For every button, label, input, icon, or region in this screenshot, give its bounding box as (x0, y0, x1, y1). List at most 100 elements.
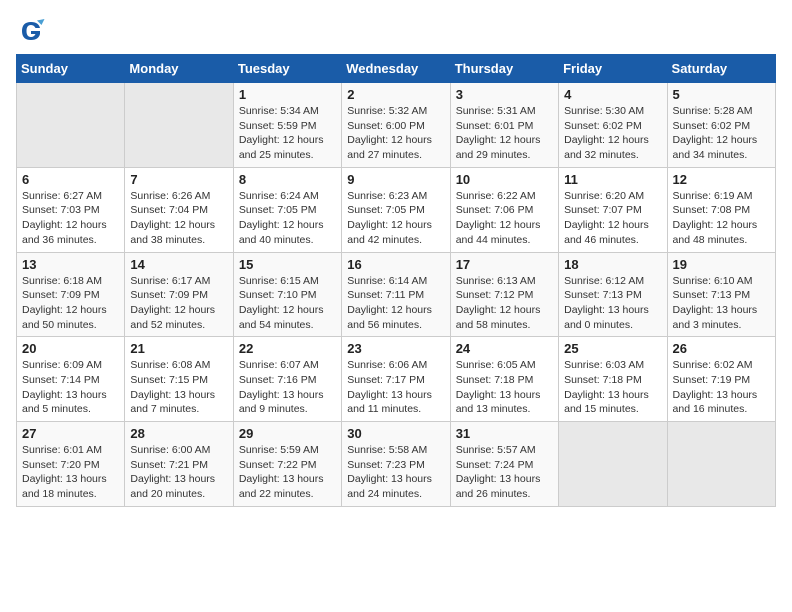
day-number: 6 (22, 172, 119, 187)
day-info: Sunrise: 6:22 AM Sunset: 7:06 PM Dayligh… (456, 189, 553, 248)
day-number: 8 (239, 172, 336, 187)
calendar-cell (559, 422, 667, 507)
calendar-cell: 16 Sunrise: 6:14 AM Sunset: 7:11 PM Dayli… (342, 252, 450, 337)
day-number: 10 (456, 172, 553, 187)
calendar-cell: 12 Sunrise: 6:19 AM Sunset: 7:08 PM Dayli… (667, 167, 775, 252)
calendar-cell (17, 83, 125, 168)
day-info: Sunrise: 6:15 AM Sunset: 7:10 PM Dayligh… (239, 274, 336, 333)
calendar-cell: 4 Sunrise: 5:30 AM Sunset: 6:02 PM Daylig… (559, 83, 667, 168)
day-info: Sunrise: 5:59 AM Sunset: 7:22 PM Dayligh… (239, 443, 336, 502)
day-number: 24 (456, 341, 553, 356)
column-header-thursday: Thursday (450, 55, 558, 83)
day-number: 12 (673, 172, 770, 187)
day-number: 25 (564, 341, 661, 356)
calendar-week-5: 27 Sunrise: 6:01 AM Sunset: 7:20 PM Dayli… (17, 422, 776, 507)
day-info: Sunrise: 5:30 AM Sunset: 6:02 PM Dayligh… (564, 104, 661, 163)
column-header-saturday: Saturday (667, 55, 775, 83)
day-info: Sunrise: 6:05 AM Sunset: 7:18 PM Dayligh… (456, 358, 553, 417)
day-number: 16 (347, 257, 444, 272)
day-info: Sunrise: 6:27 AM Sunset: 7:03 PM Dayligh… (22, 189, 119, 248)
calendar-week-1: 1 Sunrise: 5:34 AM Sunset: 5:59 PM Daylig… (17, 83, 776, 168)
calendar-week-2: 6 Sunrise: 6:27 AM Sunset: 7:03 PM Daylig… (17, 167, 776, 252)
day-number: 19 (673, 257, 770, 272)
calendar-cell: 23 Sunrise: 6:06 AM Sunset: 7:17 PM Dayli… (342, 337, 450, 422)
logo-icon (16, 16, 46, 46)
day-info: Sunrise: 6:13 AM Sunset: 7:12 PM Dayligh… (456, 274, 553, 333)
day-info: Sunrise: 6:09 AM Sunset: 7:14 PM Dayligh… (22, 358, 119, 417)
calendar-cell: 11 Sunrise: 6:20 AM Sunset: 7:07 PM Dayli… (559, 167, 667, 252)
day-info: Sunrise: 5:32 AM Sunset: 6:00 PM Dayligh… (347, 104, 444, 163)
calendar-cell: 29 Sunrise: 5:59 AM Sunset: 7:22 PM Dayli… (233, 422, 341, 507)
column-header-tuesday: Tuesday (233, 55, 341, 83)
day-number: 14 (130, 257, 227, 272)
day-info: Sunrise: 6:12 AM Sunset: 7:13 PM Dayligh… (564, 274, 661, 333)
calendar-cell: 2 Sunrise: 5:32 AM Sunset: 6:00 PM Daylig… (342, 83, 450, 168)
day-number: 1 (239, 87, 336, 102)
day-info: Sunrise: 5:31 AM Sunset: 6:01 PM Dayligh… (456, 104, 553, 163)
calendar-cell: 21 Sunrise: 6:08 AM Sunset: 7:15 PM Dayli… (125, 337, 233, 422)
day-info: Sunrise: 6:07 AM Sunset: 7:16 PM Dayligh… (239, 358, 336, 417)
day-info: Sunrise: 6:20 AM Sunset: 7:07 PM Dayligh… (564, 189, 661, 248)
calendar-cell: 1 Sunrise: 5:34 AM Sunset: 5:59 PM Daylig… (233, 83, 341, 168)
day-number: 15 (239, 257, 336, 272)
day-info: Sunrise: 6:14 AM Sunset: 7:11 PM Dayligh… (347, 274, 444, 333)
day-number: 11 (564, 172, 661, 187)
calendar-cell: 14 Sunrise: 6:17 AM Sunset: 7:09 PM Dayli… (125, 252, 233, 337)
calendar-cell: 19Sunrise: 6:10 AM Sunset: 7:13 PM Dayli… (667, 252, 775, 337)
day-info: Sunrise: 6:08 AM Sunset: 7:15 PM Dayligh… (130, 358, 227, 417)
day-number: 23 (347, 341, 444, 356)
calendar-cell: 28Sunrise: 6:00 AM Sunset: 7:21 PM Dayli… (125, 422, 233, 507)
column-header-sunday: Sunday (17, 55, 125, 83)
day-number: 4 (564, 87, 661, 102)
calendar-cell: 3 Sunrise: 5:31 AM Sunset: 6:01 PM Daylig… (450, 83, 558, 168)
calendar-cell: 8 Sunrise: 6:24 AM Sunset: 7:05 PM Daylig… (233, 167, 341, 252)
day-number: 30 (347, 426, 444, 441)
day-number: 7 (130, 172, 227, 187)
day-number: 21 (130, 341, 227, 356)
day-info: Sunrise: 6:06 AM Sunset: 7:17 PM Dayligh… (347, 358, 444, 417)
day-number: 9 (347, 172, 444, 187)
day-info: Sunrise: 6:19 AM Sunset: 7:08 PM Dayligh… (673, 189, 770, 248)
calendar-cell: 22 Sunrise: 6:07 AM Sunset: 7:16 PM Dayli… (233, 337, 341, 422)
day-number: 27 (22, 426, 119, 441)
day-number: 2 (347, 87, 444, 102)
calendar-cell: 5Sunrise: 5:28 AM Sunset: 6:02 PM Daylig… (667, 83, 775, 168)
day-info: Sunrise: 6:02 AM Sunset: 7:19 PM Dayligh… (673, 358, 770, 417)
calendar-cell: 31 Sunrise: 5:57 AM Sunset: 7:24 PM Dayli… (450, 422, 558, 507)
day-info: Sunrise: 6:23 AM Sunset: 7:05 PM Dayligh… (347, 189, 444, 248)
day-info: Sunrise: 5:57 AM Sunset: 7:24 PM Dayligh… (456, 443, 553, 502)
calendar-cell (125, 83, 233, 168)
day-number: 3 (456, 87, 553, 102)
day-info: Sunrise: 5:28 AM Sunset: 6:02 PM Dayligh… (673, 104, 770, 163)
column-header-monday: Monday (125, 55, 233, 83)
calendar-cell: 27 Sunrise: 6:01 AM Sunset: 7:20 PM Dayli… (17, 422, 125, 507)
day-number: 18 (564, 257, 661, 272)
calendar-week-3: 13Sunrise: 6:18 AM Sunset: 7:09 PM Dayli… (17, 252, 776, 337)
calendar-cell: 9 Sunrise: 6:23 AM Sunset: 7:05 PM Daylig… (342, 167, 450, 252)
day-number: 29 (239, 426, 336, 441)
calendar-header-row: SundayMondayTuesdayWednesdayThursdayFrid… (17, 55, 776, 83)
calendar-cell: 17 Sunrise: 6:13 AM Sunset: 7:12 PM Dayli… (450, 252, 558, 337)
day-info: Sunrise: 6:17 AM Sunset: 7:09 PM Dayligh… (130, 274, 227, 333)
day-number: 26 (673, 341, 770, 356)
day-info: Sunrise: 5:34 AM Sunset: 5:59 PM Dayligh… (239, 104, 336, 163)
calendar-cell: 30Sunrise: 5:58 AM Sunset: 7:23 PM Dayli… (342, 422, 450, 507)
day-info: Sunrise: 6:24 AM Sunset: 7:05 PM Dayligh… (239, 189, 336, 248)
day-number: 20 (22, 341, 119, 356)
calendar-cell: 10 Sunrise: 6:22 AM Sunset: 7:06 PM Dayli… (450, 167, 558, 252)
day-number: 28 (130, 426, 227, 441)
logo (16, 16, 50, 46)
day-info: Sunrise: 6:01 AM Sunset: 7:20 PM Dayligh… (22, 443, 119, 502)
page-header (16, 16, 776, 46)
calendar-cell: 7 Sunrise: 6:26 AM Sunset: 7:04 PM Daylig… (125, 167, 233, 252)
day-info: Sunrise: 6:26 AM Sunset: 7:04 PM Dayligh… (130, 189, 227, 248)
column-header-friday: Friday (559, 55, 667, 83)
day-number: 31 (456, 426, 553, 441)
day-number: 22 (239, 341, 336, 356)
day-number: 17 (456, 257, 553, 272)
calendar-week-4: 20 Sunrise: 6:09 AM Sunset: 7:14 PM Dayli… (17, 337, 776, 422)
day-number: 13 (22, 257, 119, 272)
calendar-cell: 6 Sunrise: 6:27 AM Sunset: 7:03 PM Daylig… (17, 167, 125, 252)
calendar-cell: 26 Sunrise: 6:02 AM Sunset: 7:19 PM Dayli… (667, 337, 775, 422)
calendar-cell (667, 422, 775, 507)
